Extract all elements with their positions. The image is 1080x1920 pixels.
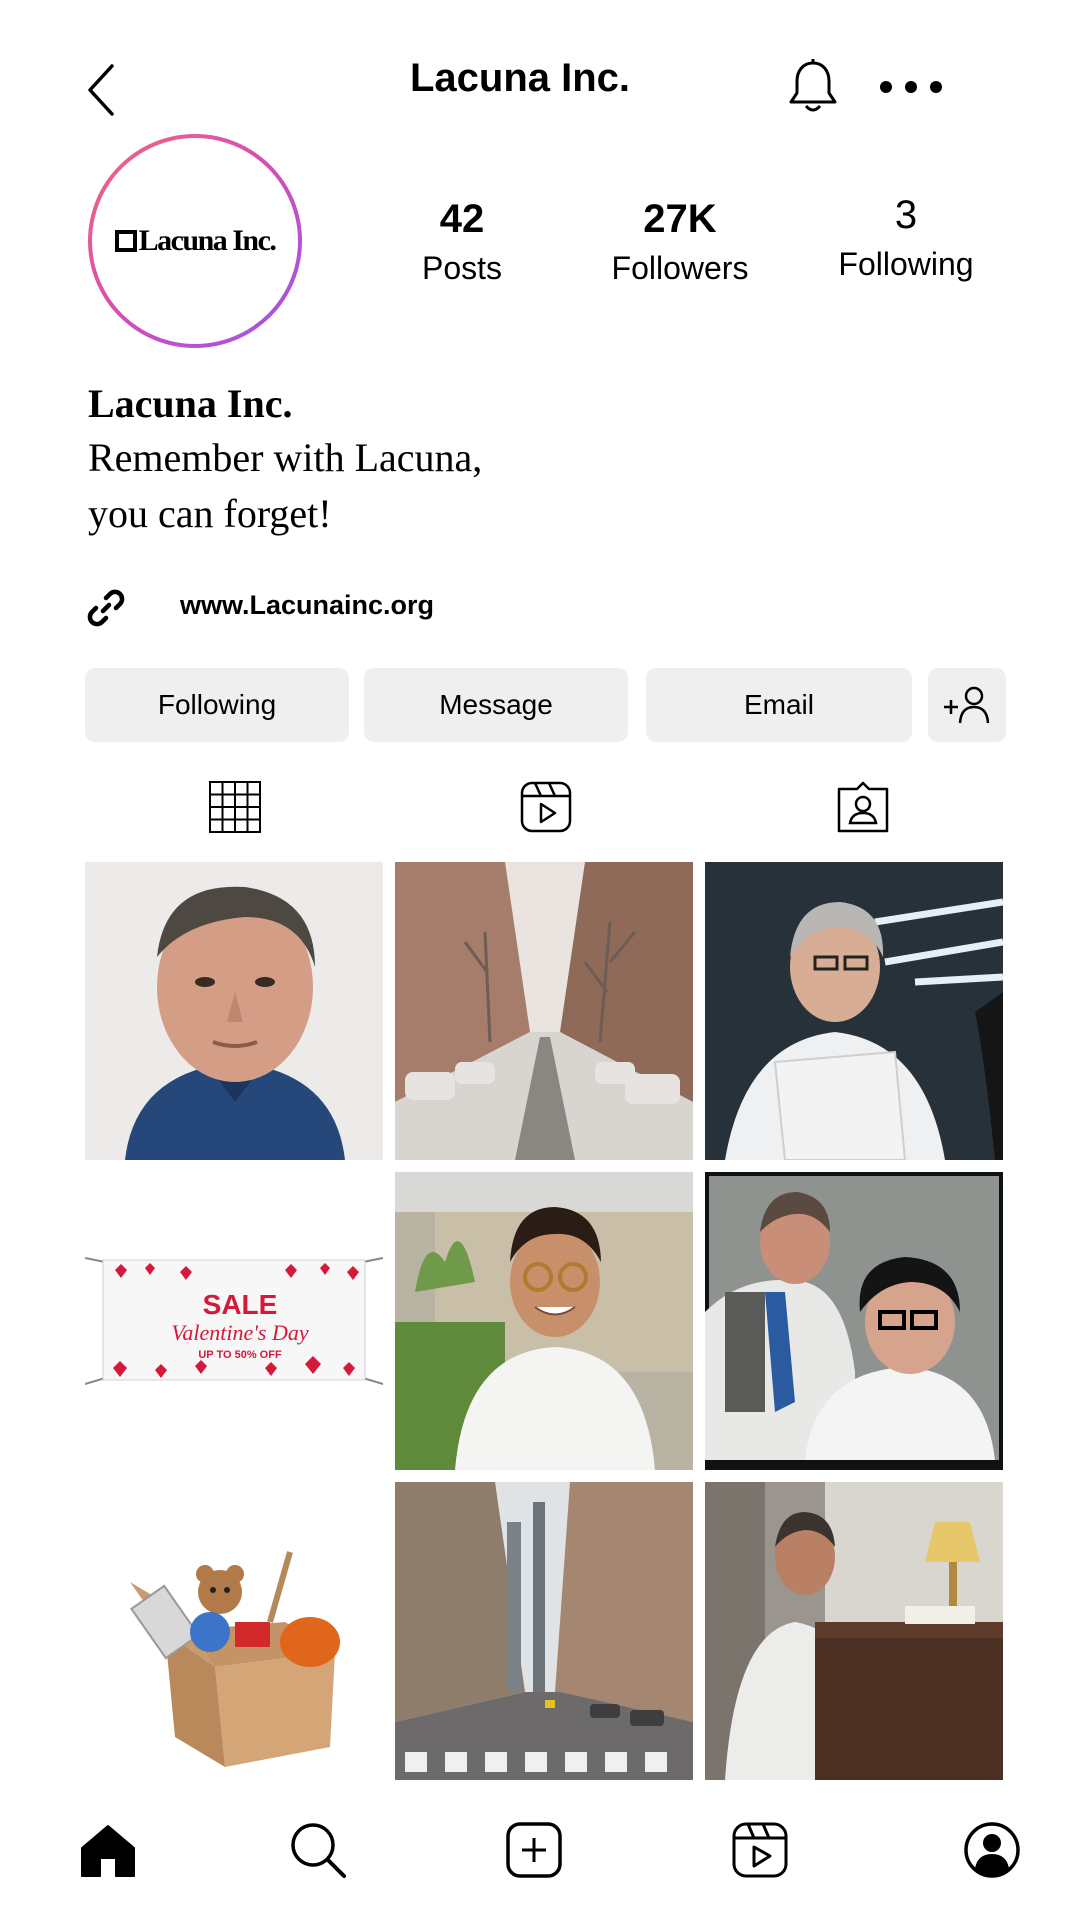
banner-sale-text: SALE: [203, 1289, 278, 1320]
posts-count: 42: [439, 197, 485, 241]
bio-name: Lacuna Inc.: [88, 381, 293, 426]
home-icon: [81, 1825, 135, 1877]
search-icon: [291, 1823, 346, 1878]
stat-following[interactable]: 3 Following: [806, 192, 1006, 286]
stat-posts[interactable]: 42 Posts: [362, 196, 562, 290]
post-valentines-sale-banner[interactable]: SALE Valentine's Day UP TO 50% OFF: [85, 1172, 383, 1470]
post-portrait-older-man[interactable]: [85, 862, 383, 1160]
posts-label: Posts: [421, 250, 503, 286]
post-smiling-young-man[interactable]: [395, 1172, 693, 1470]
followers-count: 27K: [643, 197, 717, 241]
avatar[interactable]: Lacuna Inc.: [88, 134, 302, 348]
post-scientist-lab[interactable]: [705, 862, 1003, 1160]
nav-profile[interactable]: [962, 1820, 1022, 1880]
logo-square-icon: [114, 230, 137, 252]
tab-tagged[interactable]: [836, 780, 890, 834]
link-icon: [86, 588, 126, 628]
grid-icon: [209, 781, 261, 833]
notifications-button[interactable]: [786, 58, 840, 116]
post-snowy-street[interactable]: [395, 862, 693, 1160]
bell-icon: [789, 59, 837, 112]
followers-label: Followers: [611, 250, 749, 286]
add-person-icon: [944, 686, 990, 724]
nav-home[interactable]: [78, 1820, 138, 1880]
nav-reels[interactable]: [730, 1820, 790, 1880]
create-icon: [506, 1822, 562, 1878]
post-box-of-items[interactable]: [85, 1482, 383, 1780]
following-count: 3: [894, 193, 918, 237]
add-person-button[interactable]: [928, 668, 1006, 742]
post-doctors-scene[interactable]: [705, 1172, 1003, 1470]
bio-text-line: you can forget!: [88, 491, 332, 536]
reels-icon: [520, 781, 572, 833]
post-city-street[interactable]: [395, 1482, 693, 1780]
profile-icon: [964, 1822, 1020, 1878]
nav-create[interactable]: [504, 1820, 564, 1880]
website-link[interactable]: www.Lacunainc.org: [180, 590, 434, 621]
email-button[interactable]: Email: [646, 668, 912, 742]
banner-sub-text: UP TO 50% OFF: [198, 1349, 282, 1361]
following-label: Following: [838, 246, 974, 282]
nav-search[interactable]: [288, 1820, 348, 1880]
tab-reels[interactable]: [519, 780, 573, 834]
banner-title-text: Valentine's Day: [171, 1320, 309, 1345]
stat-followers[interactable]: 27K Followers: [580, 196, 780, 290]
message-button[interactable]: Message: [364, 668, 628, 742]
tab-grid[interactable]: [208, 780, 262, 834]
avatar-logo-text: Lacuna Inc.: [138, 224, 277, 257]
more-icon: [880, 81, 942, 93]
tagged-icon: [837, 781, 889, 833]
bio-text-line: Remember with Lacuna,: [88, 435, 483, 480]
avatar-logo: Lacuna Inc.: [114, 224, 277, 258]
reels-nav-icon: [732, 1822, 788, 1878]
more-options-button[interactable]: [876, 72, 946, 102]
post-doctor-at-desk[interactable]: [705, 1482, 1003, 1780]
following-button[interactable]: Following: [85, 668, 349, 742]
